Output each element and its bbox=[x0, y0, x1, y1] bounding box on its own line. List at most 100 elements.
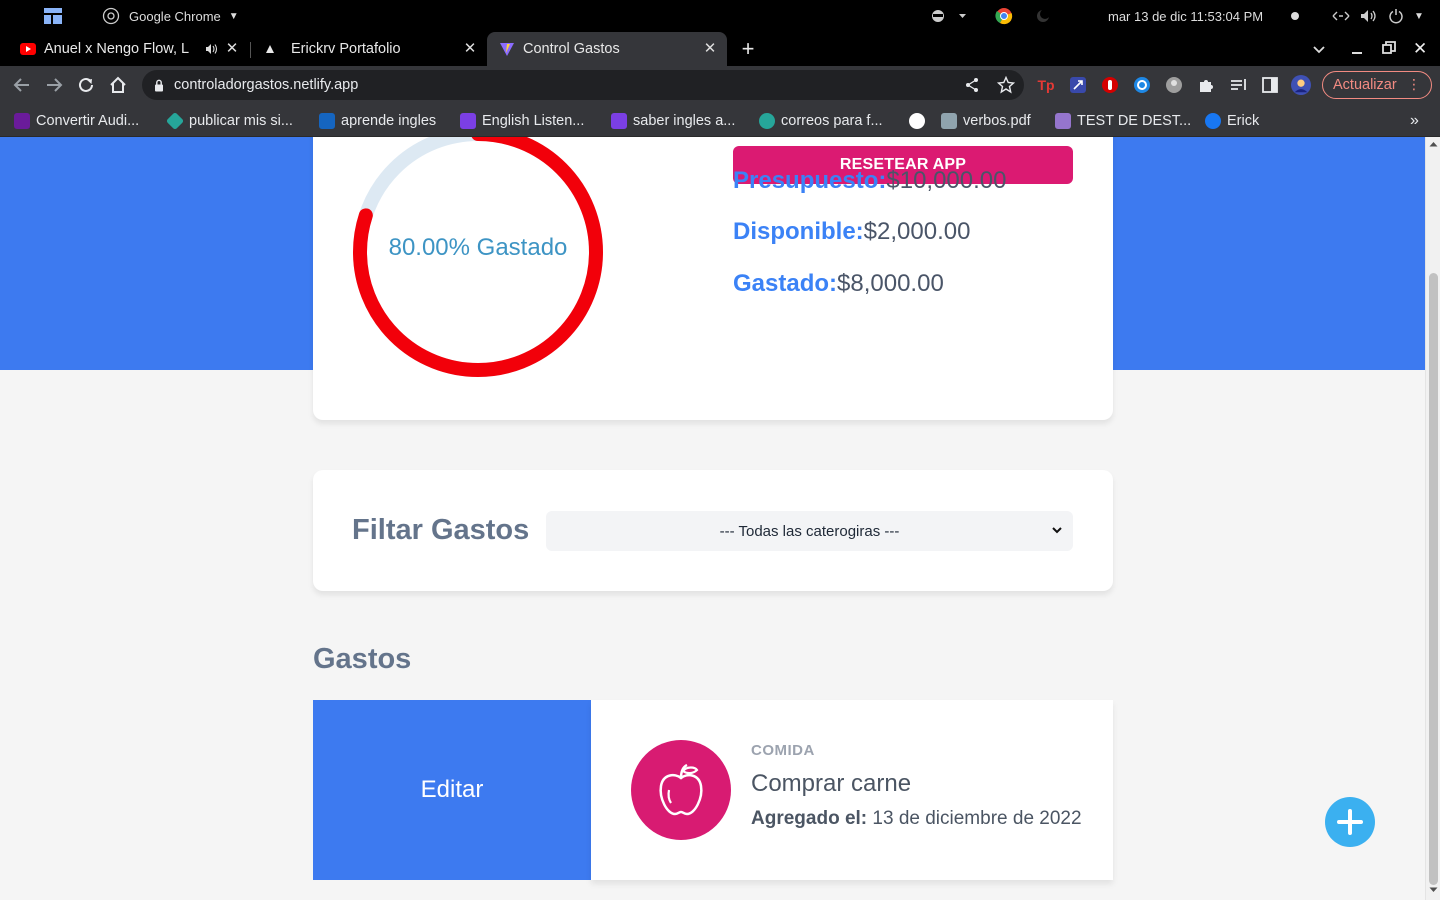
tp-extension-icon[interactable]: Tp bbox=[1036, 75, 1056, 95]
system-menu-chevron-icon[interactable]: ▼ bbox=[1414, 0, 1424, 32]
presupuesto-value: $10,000.00 bbox=[886, 167, 1007, 194]
filter-selected-value: --- Todas las caterogiras --- bbox=[719, 522, 900, 540]
browser-toolbar: controladorgastos.netlify.app Tp Actuali… bbox=[0, 66, 1440, 104]
page-viewport: 80.00% Gastado RESETEAR APP Presupuesto:… bbox=[0, 137, 1440, 900]
bookmark-label: Erick bbox=[1227, 112, 1260, 129]
forward-arrow-icon[interactable] bbox=[41, 72, 67, 98]
app-menu[interactable]: Google Chrome ▼ bbox=[102, 0, 239, 32]
tab-control-gastos[interactable]: Control Gastos ✕ bbox=[487, 32, 727, 66]
progress-label: 80.00% Gastado bbox=[388, 234, 568, 261]
tab-title: Erickrv Portafolio bbox=[291, 41, 401, 57]
close-icon[interactable]: ✕ bbox=[462, 41, 478, 57]
sync-extension-icon[interactable] bbox=[1132, 75, 1152, 95]
tab-strip: Anuel x Nengo Flow, L ✕ Erickrv Portafol… bbox=[0, 32, 1440, 66]
expenses-title: Gastos bbox=[313, 643, 412, 675]
chrome-outline-icon bbox=[102, 7, 120, 25]
share-icon[interactable] bbox=[964, 77, 980, 93]
bookmark-favicon-icon bbox=[460, 112, 476, 129]
indicator-icon[interactable] bbox=[930, 0, 966, 32]
bookmark-item[interactable]: Convertir Audi... bbox=[14, 104, 139, 137]
scroll-up-arrow-icon[interactable] bbox=[1429, 141, 1438, 147]
tab-youtube[interactable]: Anuel x Nengo Flow, L ✕ bbox=[8, 32, 248, 66]
vite-icon bbox=[500, 43, 514, 56]
disponible-label: Disponible: bbox=[733, 218, 864, 245]
audio-playing-icon[interactable] bbox=[205, 43, 219, 55]
side-panel-icon[interactable] bbox=[1260, 75, 1280, 95]
bookmark-item[interactable]: Erick bbox=[1205, 104, 1259, 137]
minimize-icon[interactable] bbox=[1350, 40, 1364, 63]
bookmark-label: aprende ingles bbox=[341, 112, 437, 129]
bookmark-label: TEST DE DEST... bbox=[1077, 112, 1192, 129]
bookmark-label: correos para f... bbox=[781, 112, 883, 129]
reload-icon[interactable] bbox=[73, 72, 99, 98]
bookmark-favicon-icon bbox=[759, 112, 775, 129]
network-icon[interactable] bbox=[1332, 0, 1350, 32]
notification-dot-icon bbox=[1291, 0, 1299, 32]
bookmark-favicon-icon bbox=[165, 111, 185, 130]
restore-icon[interactable] bbox=[1382, 41, 1396, 60]
bookmark-item[interactable]: publicar mis si... bbox=[165, 104, 293, 137]
bookmark-item[interactable] bbox=[909, 104, 931, 137]
bookmark-item[interactable]: English Listen... bbox=[460, 104, 584, 137]
plus-icon bbox=[1337, 809, 1363, 835]
more-bookmarks-chevron-icon[interactable]: » bbox=[1410, 104, 1419, 137]
url-text: controladorgastos.netlify.app bbox=[174, 77, 359, 93]
back-arrow-icon[interactable] bbox=[9, 72, 35, 98]
new-tab-plus-icon[interactable]: + bbox=[738, 38, 758, 60]
bookmark-label: English Listen... bbox=[482, 112, 585, 129]
power-icon[interactable] bbox=[1388, 0, 1404, 32]
puzzle-extensions-icon[interactable] bbox=[1196, 75, 1216, 95]
grey-extension-icon[interactable] bbox=[1164, 75, 1184, 95]
page-scrollbar[interactable] bbox=[1425, 137, 1440, 900]
update-label: Actualizar bbox=[1333, 77, 1397, 93]
expense-category: COMIDA bbox=[751, 742, 815, 759]
chevron-down-icon bbox=[1052, 527, 1062, 534]
tab-search-chevron-icon[interactable] bbox=[1310, 40, 1328, 63]
bookmark-favicon-icon bbox=[611, 112, 627, 129]
update-button[interactable]: Actualizar ⋮ bbox=[1322, 71, 1432, 99]
moon-icon[interactable] bbox=[1036, 0, 1050, 32]
expense-date-label: Agregado el: bbox=[751, 808, 868, 829]
close-icon[interactable]: ✕ bbox=[702, 41, 718, 57]
expense-name: Comprar carne bbox=[751, 770, 912, 797]
profile-avatar[interactable] bbox=[1291, 75, 1311, 95]
expense-item[interactable]: COMIDA Comprar carne Agregado el: 13 de … bbox=[591, 700, 1113, 880]
filter-title: Filtar Gastos bbox=[352, 514, 530, 546]
available-stat: Disponible:$2,000.00 bbox=[733, 218, 970, 246]
bookmark-item[interactable]: TEST DE DEST... bbox=[1055, 104, 1191, 137]
bookmarks-bar: Convertir Audi... publicar mis si... apr… bbox=[0, 104, 1440, 137]
bookmark-item[interactable]: correos para f... bbox=[759, 104, 883, 137]
budget-card: 80.00% Gastado RESETEAR APP Presupuesto:… bbox=[313, 137, 1113, 420]
chrome-tray-icon[interactable] bbox=[995, 0, 1013, 32]
globe-icon bbox=[909, 112, 925, 129]
bookmark-item[interactable]: aprende ingles bbox=[319, 104, 436, 137]
reading-list-icon[interactable] bbox=[1228, 75, 1248, 95]
close-icon[interactable]: ✕ bbox=[224, 41, 240, 57]
bookmark-item[interactable]: verbos.pdf bbox=[941, 104, 1031, 137]
bookmark-favicon-icon bbox=[14, 112, 30, 129]
budget-stat: Presupuesto:$10,000.00 bbox=[733, 167, 1007, 195]
bookmark-label: verbos.pdf bbox=[963, 112, 1031, 129]
edit-swipe-action[interactable]: Editar bbox=[313, 700, 591, 880]
address-bar[interactable]: controladorgastos.netlify.app bbox=[142, 70, 1024, 100]
gastado-label: Gastado: bbox=[733, 270, 838, 297]
bookmark-item[interactable]: saber ingles a... bbox=[611, 104, 735, 137]
home-icon[interactable] bbox=[105, 72, 131, 98]
volume-icon[interactable] bbox=[1360, 0, 1378, 32]
scrollbar-thumb[interactable] bbox=[1429, 273, 1438, 885]
bookmark-label: Convertir Audi... bbox=[36, 112, 140, 129]
activities-icon[interactable] bbox=[44, 0, 62, 32]
add-expense-button[interactable] bbox=[1325, 797, 1375, 847]
tab-portafolio[interactable]: Erickrv Portafolio ✕ bbox=[252, 32, 486, 66]
window-close-icon[interactable]: ✕ bbox=[1413, 39, 1427, 59]
clock[interactable]: mar 13 de dic 11:53:04 PM bbox=[1108, 0, 1263, 32]
scroll-down-arrow-icon[interactable] bbox=[1429, 887, 1438, 893]
bookmark-star-icon[interactable] bbox=[997, 76, 1015, 94]
gastado-value: $8,000.00 bbox=[837, 270, 944, 297]
bookmark-favicon-icon bbox=[319, 112, 335, 129]
category-filter-select[interactable]: --- Todas las caterogiras --- bbox=[546, 511, 1073, 551]
rocket-extension-icon[interactable] bbox=[1068, 75, 1088, 95]
kebab-menu-icon[interactable]: ⋮ bbox=[1407, 76, 1421, 93]
lock-icon[interactable] bbox=[154, 79, 164, 92]
record-extension-icon[interactable] bbox=[1100, 75, 1120, 95]
